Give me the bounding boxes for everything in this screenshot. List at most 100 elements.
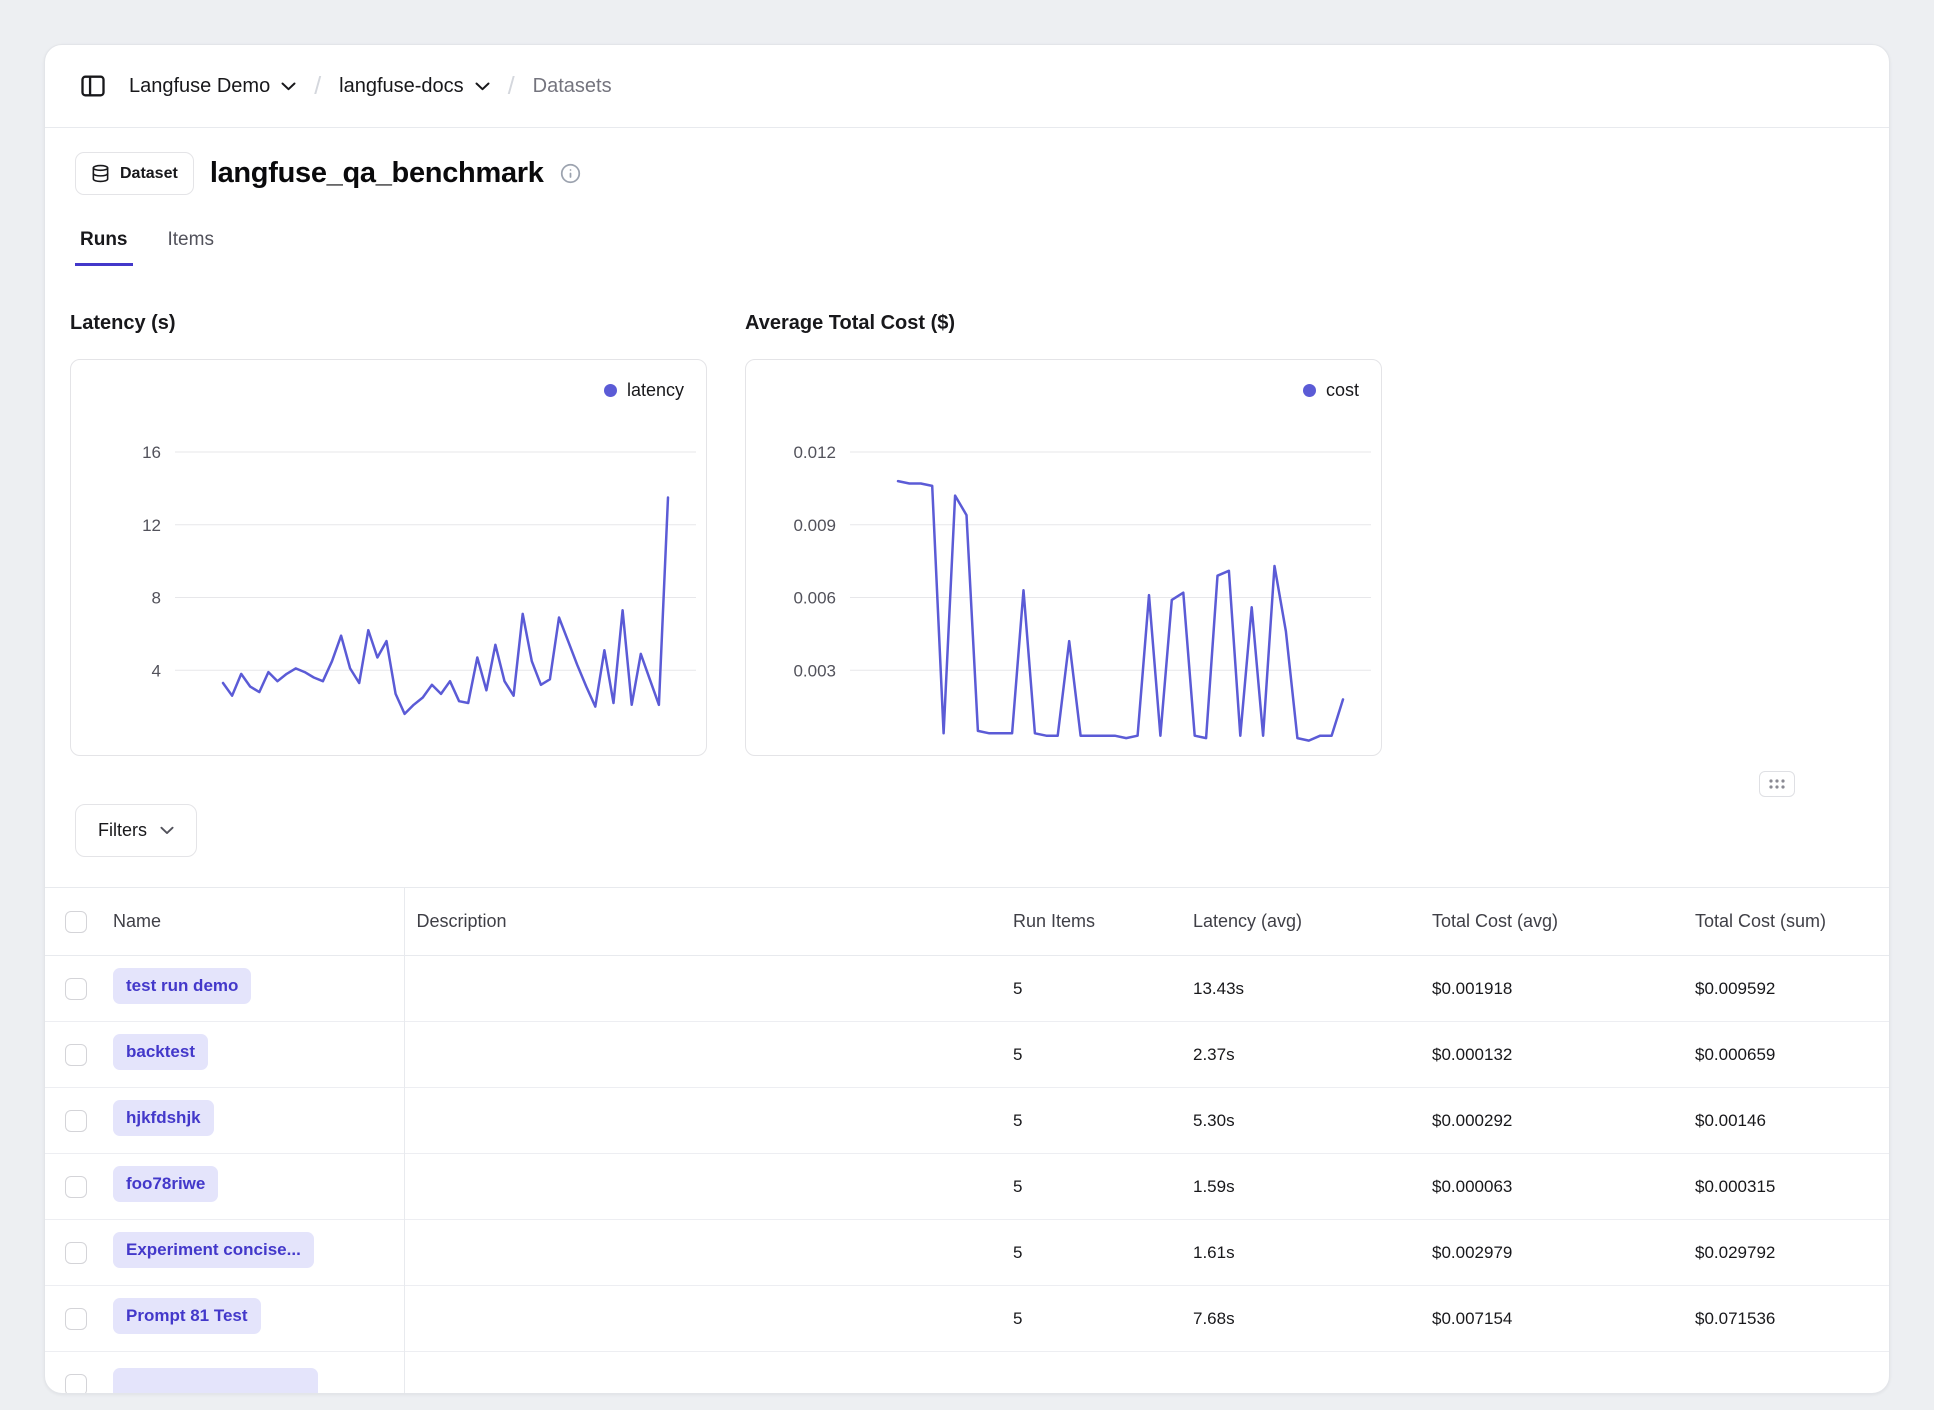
charts-drag-handle[interactable] — [1759, 771, 1795, 797]
row-checkbox[interactable] — [65, 1044, 87, 1066]
cell-latency-avg: 1.61s — [1181, 1220, 1420, 1286]
latency-line-plot: 4 8 12 16 — [71, 360, 706, 755]
select-all-checkbox[interactable] — [65, 911, 87, 933]
breadcrumb-project[interactable]: langfuse-docs — [339, 75, 490, 98]
row-checkbox[interactable] — [65, 978, 87, 1000]
legend-label: latency — [627, 380, 684, 401]
svg-text:12: 12 — [142, 516, 161, 535]
svg-text:0.009: 0.009 — [793, 516, 836, 535]
column-header-run-items: Run Items — [1001, 888, 1181, 956]
row-checkbox[interactable] — [65, 1242, 87, 1264]
latency-chart-legend: latency — [604, 380, 684, 401]
table-header-row: Name Description Run Items Latency (avg)… — [45, 888, 1890, 956]
legend-dot-icon — [604, 384, 617, 397]
row-checkbox[interactable] — [65, 1374, 87, 1394]
table-row: test run demo 5 13.43s $0.001918 $0.0095… — [45, 956, 1890, 1022]
latency-chart-title: Latency (s) — [70, 312, 707, 335]
cell-total-cost-sum: $0.029792 — [1683, 1220, 1890, 1286]
row-checkbox[interactable] — [65, 1110, 87, 1132]
legend-label: cost — [1326, 380, 1359, 401]
cell-total-cost-avg: $0.001918 — [1420, 956, 1683, 1022]
panel-left-icon — [79, 72, 107, 100]
run-name-badge[interactable]: foo78riwe — [113, 1166, 218, 1202]
info-circle-icon[interactable] — [560, 163, 581, 184]
breadcrumb-org-label: Langfuse Demo — [129, 75, 270, 98]
cost-line-plot: 0.003 0.006 0.009 0.012 — [746, 360, 1381, 755]
cell-run-items: 5 — [1001, 1286, 1181, 1352]
legend-dot-icon — [1303, 384, 1316, 397]
cell-latency-avg: 7.68s — [1181, 1286, 1420, 1352]
svg-text:0.006: 0.006 — [793, 589, 836, 608]
cost-chart-legend: cost — [1303, 380, 1359, 401]
row-checkbox[interactable] — [65, 1308, 87, 1330]
column-header-name: Name — [101, 888, 404, 956]
app-window: Langfuse Demo / langfuse-docs / Datasets… — [44, 44, 1890, 1394]
breadcrumb-section: Datasets — [533, 75, 612, 98]
latency-chart-panel: 4 8 12 16 latency — [70, 359, 707, 756]
run-name-badge[interactable]: Prompt 81 Test — [113, 1298, 261, 1334]
cost-chart-title: Average Total Cost ($) — [745, 312, 1382, 335]
grip-dots-icon — [1768, 778, 1786, 790]
cell-description — [404, 1088, 1001, 1154]
svg-text:8: 8 — [152, 589, 161, 608]
cell-latency-avg: 1.59s — [1181, 1154, 1420, 1220]
latency-chart: Latency (s) 4 8 12 16 latency — [70, 312, 707, 756]
run-name-badge[interactable]: Experiment concise... — [113, 1232, 314, 1268]
table-row: Prompt 81 Test 5 7.68s $0.007154 $0.0715… — [45, 1286, 1890, 1352]
cell-run-items: 5 — [1001, 1022, 1181, 1088]
cell-total-cost-sum: $0.000315 — [1683, 1154, 1890, 1220]
chevron-down-icon — [281, 82, 296, 91]
database-icon — [91, 164, 110, 183]
svg-text:0.012: 0.012 — [793, 443, 836, 462]
breadcrumb-project-label: langfuse-docs — [339, 75, 464, 98]
run-name-badge[interactable]: backtest — [113, 1034, 208, 1070]
cell-description — [404, 1220, 1001, 1286]
column-header-description: Description — [404, 888, 1001, 956]
run-name-badge[interactable]: hjkfdshjk — [113, 1100, 214, 1136]
cell-latency-avg: 2.37s — [1181, 1022, 1420, 1088]
chevron-down-icon — [160, 826, 174, 835]
cell-run-items: 5 — [1001, 1220, 1181, 1286]
breadcrumb-separator: / — [314, 72, 321, 101]
cell-description — [404, 1154, 1001, 1220]
breadcrumb-separator: / — [508, 72, 515, 101]
cell-total-cost-sum: $0.00146 — [1683, 1088, 1890, 1154]
run-name-badge[interactable]: test run demo — [113, 968, 251, 1004]
svg-text:4: 4 — [152, 661, 161, 680]
column-header-latency-avg: Latency (avg) — [1181, 888, 1420, 956]
cell-total-cost-avg: $0.007154 — [1420, 1286, 1683, 1352]
cell-total-cost-avg: $0.000063 — [1420, 1154, 1683, 1220]
svg-text:16: 16 — [142, 443, 161, 462]
charts-section: Latency (s) 4 8 12 16 latency Average Total… — [45, 312, 1889, 756]
page-title: langfuse_qa_benchmark — [210, 157, 544, 190]
tab-runs[interactable]: Runs — [75, 229, 133, 266]
sidebar-toggle-button[interactable] — [75, 68, 111, 104]
table-row: foo78riwe 5 1.59s $0.000063 $0.000315 — [45, 1154, 1890, 1220]
table-row: backtest 5 2.37s $0.000132 $0.000659 — [45, 1022, 1890, 1088]
cell-total-cost-sum: $0.071536 — [1683, 1286, 1890, 1352]
page-background: Langfuse Demo / langfuse-docs / Datasets… — [0, 0, 1934, 1410]
cell-total-cost-avg: $0.000132 — [1420, 1022, 1683, 1088]
filters-button-label: Filters — [98, 820, 147, 841]
cost-chart: Average Total Cost ($) 0.0030.0060.0090.… — [745, 312, 1382, 756]
column-header-total-cost-avg: Total Cost (avg) — [1420, 888, 1683, 956]
page-header: Dataset langfuse_qa_benchmark Runs Items — [45, 128, 1889, 266]
table-row: hjkfdshjk 5 5.30s $0.000292 $0.00146 — [45, 1088, 1890, 1154]
cell-run-items: 5 — [1001, 956, 1181, 1022]
svg-text:0.003: 0.003 — [793, 661, 836, 680]
breadcrumb-org[interactable]: Langfuse Demo — [129, 75, 296, 98]
dataset-type-badge: Dataset — [75, 152, 194, 195]
table-row-partial — [45, 1352, 1890, 1395]
cell-run-items: 5 — [1001, 1154, 1181, 1220]
cell-latency-avg: 5.30s — [1181, 1088, 1420, 1154]
cell-total-cost-avg: $0.000292 — [1420, 1088, 1683, 1154]
tab-items[interactable]: Items — [163, 229, 219, 266]
runs-table: Name Description Run Items Latency (avg)… — [45, 887, 1890, 1394]
cell-run-items: 5 — [1001, 1088, 1181, 1154]
filters-button[interactable]: Filters — [75, 804, 197, 857]
run-name-badge[interactable] — [113, 1368, 318, 1394]
cell-description — [404, 1022, 1001, 1088]
row-checkbox[interactable] — [65, 1176, 87, 1198]
cell-latency-avg: 13.43s — [1181, 956, 1420, 1022]
runs-table-container: Name Description Run Items Latency (avg)… — [45, 887, 1889, 1394]
